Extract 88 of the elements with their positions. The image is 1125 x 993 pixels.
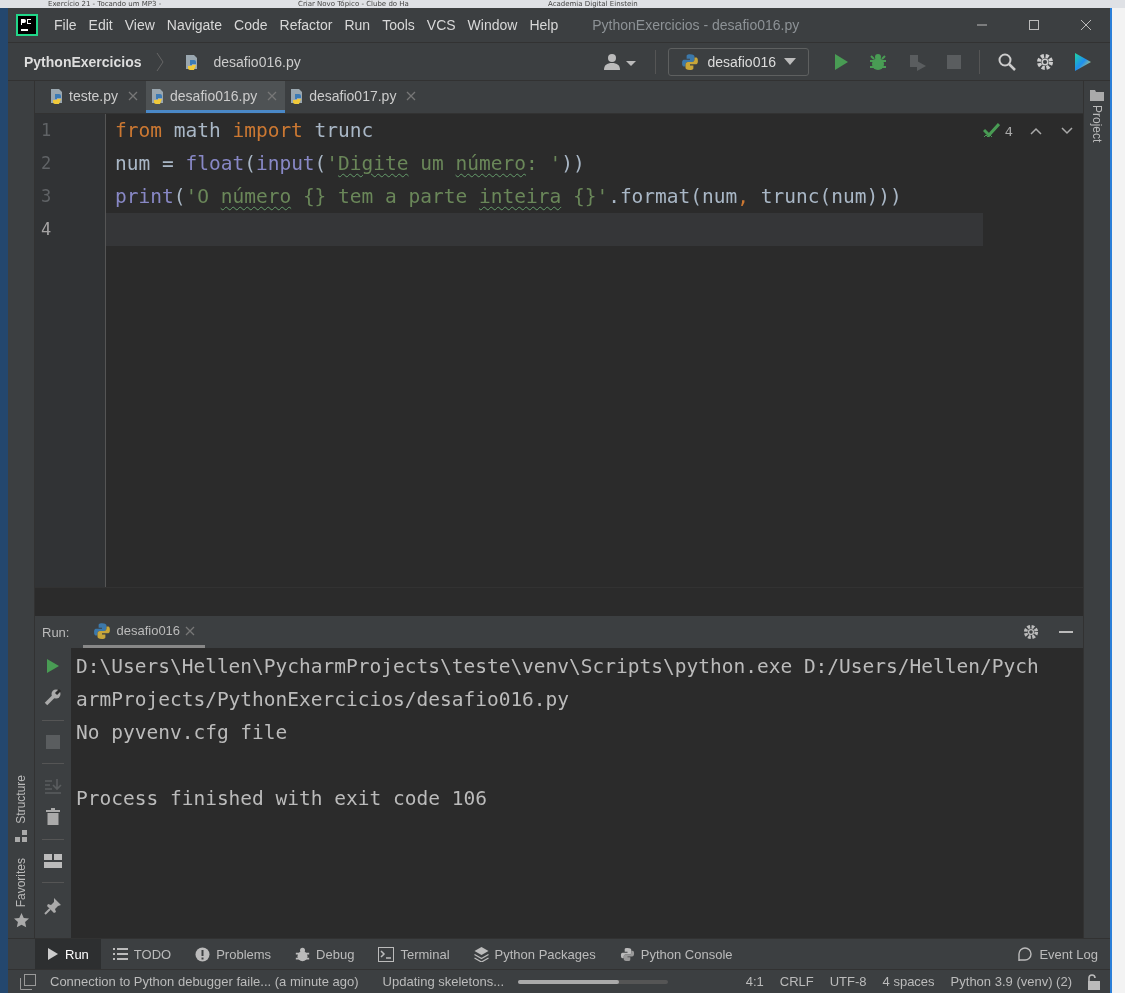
layers-icon bbox=[473, 946, 489, 962]
caret-icon bbox=[784, 57, 796, 66]
tool-window-tab[interactable]: Run bbox=[35, 939, 101, 969]
chevron-right-icon bbox=[155, 51, 164, 72]
status-item[interactable]: 4 spaces bbox=[882, 974, 935, 989]
background-task: Updating skeletons... bbox=[382, 974, 504, 989]
menu-item[interactable]: Code bbox=[228, 17, 274, 33]
rerun-icon[interactable] bbox=[46, 658, 60, 674]
bug-icon bbox=[295, 946, 311, 962]
status-item[interactable]: 4:1 bbox=[745, 974, 764, 989]
code-line: print('O número {} tem a parte inteira {}'.format(num, trunc(num))) bbox=[114, 184, 903, 210]
settings-icon[interactable] bbox=[1023, 624, 1039, 640]
trash-icon[interactable] bbox=[46, 808, 60, 825]
status-item[interactable]: Python 3.9 (venv) (2) bbox=[950, 974, 1072, 989]
python-icon bbox=[681, 52, 700, 71]
check-icon[interactable] bbox=[982, 123, 1000, 139]
code-line: num = float(input('Digite um número: ')) bbox=[114, 151, 586, 177]
menu-item[interactable]: Help bbox=[523, 17, 565, 33]
terminal-icon bbox=[378, 946, 395, 962]
unlock-icon[interactable] bbox=[1086, 973, 1100, 990]
close-icon[interactable] bbox=[1080, 19, 1092, 31]
menu-item[interactable]: Navigate bbox=[160, 17, 229, 33]
layout-icon[interactable] bbox=[44, 854, 62, 868]
maximize-icon[interactable] bbox=[1028, 19, 1040, 31]
tool-window-label[interactable]: Favorites bbox=[14, 857, 28, 907]
status-item[interactable]: CRLF bbox=[779, 974, 814, 989]
tool-window-label[interactable]: Structure bbox=[14, 774, 28, 824]
pin-icon[interactable] bbox=[44, 897, 62, 915]
star-icon bbox=[13, 913, 29, 928]
users-icon[interactable] bbox=[603, 52, 638, 71]
code-line: from math import trunc bbox=[114, 118, 375, 144]
exclamation-icon bbox=[195, 946, 211, 962]
tool-window-tab[interactable]: Python Console bbox=[607, 939, 745, 969]
settings-icon[interactable] bbox=[1036, 52, 1054, 71]
gradient-triangle-logo-icon[interactable] bbox=[1074, 51, 1092, 72]
tool-window-tab[interactable]: Terminal bbox=[366, 939, 462, 969]
menu-item[interactable]: View bbox=[118, 17, 161, 33]
close-icon[interactable] bbox=[128, 90, 139, 101]
editor-tab[interactable]: desafio016.py bbox=[146, 81, 286, 113]
menu-item[interactable]: VCS bbox=[420, 17, 462, 33]
line-number: 4 bbox=[40, 218, 53, 241]
console-line: No pyvenv.cfg file bbox=[76, 720, 289, 746]
menu-item[interactable]: Window bbox=[461, 17, 524, 33]
tool-window-tab[interactable]: Debug bbox=[283, 939, 367, 969]
editor-tab[interactable]: desafio017.py bbox=[285, 81, 425, 113]
menu-item[interactable]: Run bbox=[338, 17, 377, 33]
search-icon[interactable] bbox=[998, 52, 1016, 71]
pycharm-logo-icon bbox=[16, 14, 38, 36]
list-icon bbox=[112, 947, 128, 961]
menu-item[interactable]: File bbox=[48, 17, 83, 33]
python-file-icon bbox=[49, 87, 65, 104]
menu-item[interactable]: Tools bbox=[376, 17, 421, 33]
tool-window-label[interactable]: Project bbox=[1090, 105, 1104, 143]
console-line: Process finished with exit code 106 bbox=[76, 786, 488, 812]
run-icon[interactable] bbox=[833, 52, 849, 71]
python-file-icon bbox=[183, 53, 200, 70]
console-line: armProjects/PythonExercicios/desafio016.py bbox=[76, 687, 571, 713]
speech-bubble-icon bbox=[1017, 946, 1034, 962]
window-title: PythonExercicios - desafio016.py bbox=[592, 17, 800, 33]
menu-item[interactable]: Edit bbox=[82, 17, 119, 33]
event-log-tab[interactable]: Event Log bbox=[1005, 939, 1110, 969]
status-item[interactable]: UTF-8 bbox=[829, 974, 867, 989]
wrench-icon[interactable] bbox=[44, 688, 62, 706]
inspection-count[interactable]: 4 bbox=[1004, 123, 1013, 139]
tool-window-tab[interactable]: Problems bbox=[183, 939, 284, 969]
tool-window-tab[interactable]: TODO bbox=[100, 939, 184, 969]
folder-icon bbox=[1090, 89, 1104, 101]
play-icon bbox=[47, 947, 59, 961]
chevron-down-icon[interactable] bbox=[1061, 127, 1073, 135]
tool-window-tab[interactable]: Python Packages bbox=[461, 939, 608, 969]
python-icon bbox=[93, 621, 112, 640]
run-configuration-dropdown[interactable]: desafio016 bbox=[668, 47, 809, 76]
editor-tab[interactable]: teste.py bbox=[45, 81, 147, 113]
status-message[interactable]: Connection to Python debugger faile... (a minute ago) bbox=[50, 974, 359, 989]
run-config-tab[interactable]: desafio016 bbox=[83, 616, 206, 648]
python-icon bbox=[619, 946, 635, 962]
panel-toggle-icon[interactable] bbox=[20, 973, 36, 990]
close-icon[interactable] bbox=[185, 625, 196, 636]
close-icon[interactable] bbox=[406, 90, 417, 101]
bug-icon[interactable] bbox=[869, 52, 887, 71]
run-label: Run: bbox=[42, 624, 70, 640]
breadcrumb-file[interactable]: desafio016.py bbox=[213, 53, 301, 70]
chevron-up-icon[interactable] bbox=[1030, 127, 1042, 135]
menu-item[interactable]: Refactor bbox=[273, 17, 339, 33]
breadcrumb-project[interactable]: PythonExercicios bbox=[24, 53, 142, 70]
structure-icon bbox=[14, 829, 28, 842]
console-line: D:\Users\Hellen\PycharmProjects\teste\venv\Scripts\python.exe D:/Users/Hellen/Pych bbox=[76, 654, 1040, 680]
minimize-icon[interactable] bbox=[1059, 630, 1073, 634]
